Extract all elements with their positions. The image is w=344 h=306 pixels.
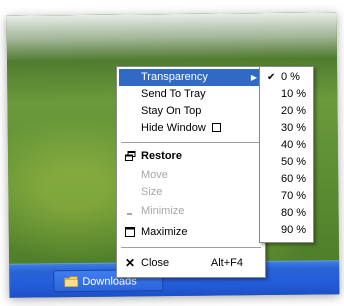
menu-item-transparency[interactable]: Transparency ▶	[119, 69, 263, 86]
option-label: 80 %	[281, 207, 307, 219]
option-label: 90 %	[281, 224, 307, 236]
transparency-option-10[interactable]: 10 %	[262, 86, 311, 103]
transparency-option-60[interactable]: 60 %	[262, 171, 311, 188]
menu-item-move[interactable]: Move	[119, 167, 263, 184]
transparency-option-50[interactable]: 50 %	[262, 154, 311, 171]
hide-window-icon	[211, 122, 221, 132]
menu-item-minimize[interactable]: Minimize	[119, 203, 263, 220]
option-label: 60 %	[281, 173, 307, 185]
restore-icon	[124, 148, 136, 165]
maximize-icon	[124, 224, 136, 241]
menu-item-label: Size	[141, 186, 163, 198]
transparency-option-90[interactable]: 90 %	[262, 222, 311, 239]
menu-item-label: Hide Window	[141, 122, 206, 134]
option-label: 40 %	[281, 139, 307, 151]
menu-separator	[121, 142, 261, 144]
option-label: 0 %	[281, 71, 300, 83]
menu-item-label: Maximize	[141, 226, 188, 238]
menu-item-close[interactable]: ✕ Close Alt+F4	[119, 255, 263, 272]
option-label: 10 %	[281, 88, 307, 100]
folder-icon	[64, 276, 79, 288]
menu-item-maximize[interactable]: Maximize	[119, 224, 263, 241]
menu-item-stay-on-top[interactable]: Stay On Top	[119, 103, 263, 120]
menu-item-label: Transparency	[141, 71, 208, 83]
option-label: 70 %	[281, 190, 307, 202]
wallpaper-sky	[6, 12, 337, 62]
transparency-option-40[interactable]: 40 %	[262, 137, 311, 154]
checkmark-icon: ✔	[267, 72, 276, 83]
submenu-arrow-icon: ▶	[250, 73, 257, 82]
close-accelerator: Alt+F4	[210, 257, 243, 269]
transparency-option-80[interactable]: 80 %	[262, 205, 311, 222]
menu-item-restore[interactable]: Restore	[119, 148, 263, 165]
menu-item-label: Minimize	[141, 205, 185, 217]
menu-item-send-to-tray[interactable]: Send To Tray	[119, 86, 263, 103]
minimize-icon	[124, 203, 136, 220]
window-system-menu: Transparency ▶ Send To Tray Stay On Top …	[116, 66, 266, 278]
menu-separator	[121, 247, 261, 249]
close-icon: ✕	[124, 256, 136, 270]
menu-item-label: Send To Tray	[141, 88, 206, 100]
transparency-option-0[interactable]: ✔ 0 %	[262, 69, 311, 86]
menu-item-size[interactable]: Size	[119, 184, 263, 201]
option-label: 50 %	[281, 156, 307, 168]
menu-item-label: Stay On Top	[141, 105, 202, 117]
menu-item-hide-window[interactable]: Hide Window	[119, 120, 263, 137]
transparency-option-70[interactable]: 70 %	[262, 188, 311, 205]
transparency-option-30[interactable]: 30 %	[262, 120, 311, 137]
menu-item-label: Move	[141, 169, 168, 181]
menu-item-label: Close	[141, 257, 170, 269]
option-label: 30 %	[281, 122, 307, 134]
menu-item-label: Restore	[141, 150, 182, 162]
transparency-option-20[interactable]: 20 %	[262, 103, 311, 120]
option-label: 20 %	[281, 105, 307, 117]
transparency-submenu: ✔ 0 % 10 % 20 % 30 % 40 % 50 % 60 % 70 %…	[259, 66, 314, 243]
